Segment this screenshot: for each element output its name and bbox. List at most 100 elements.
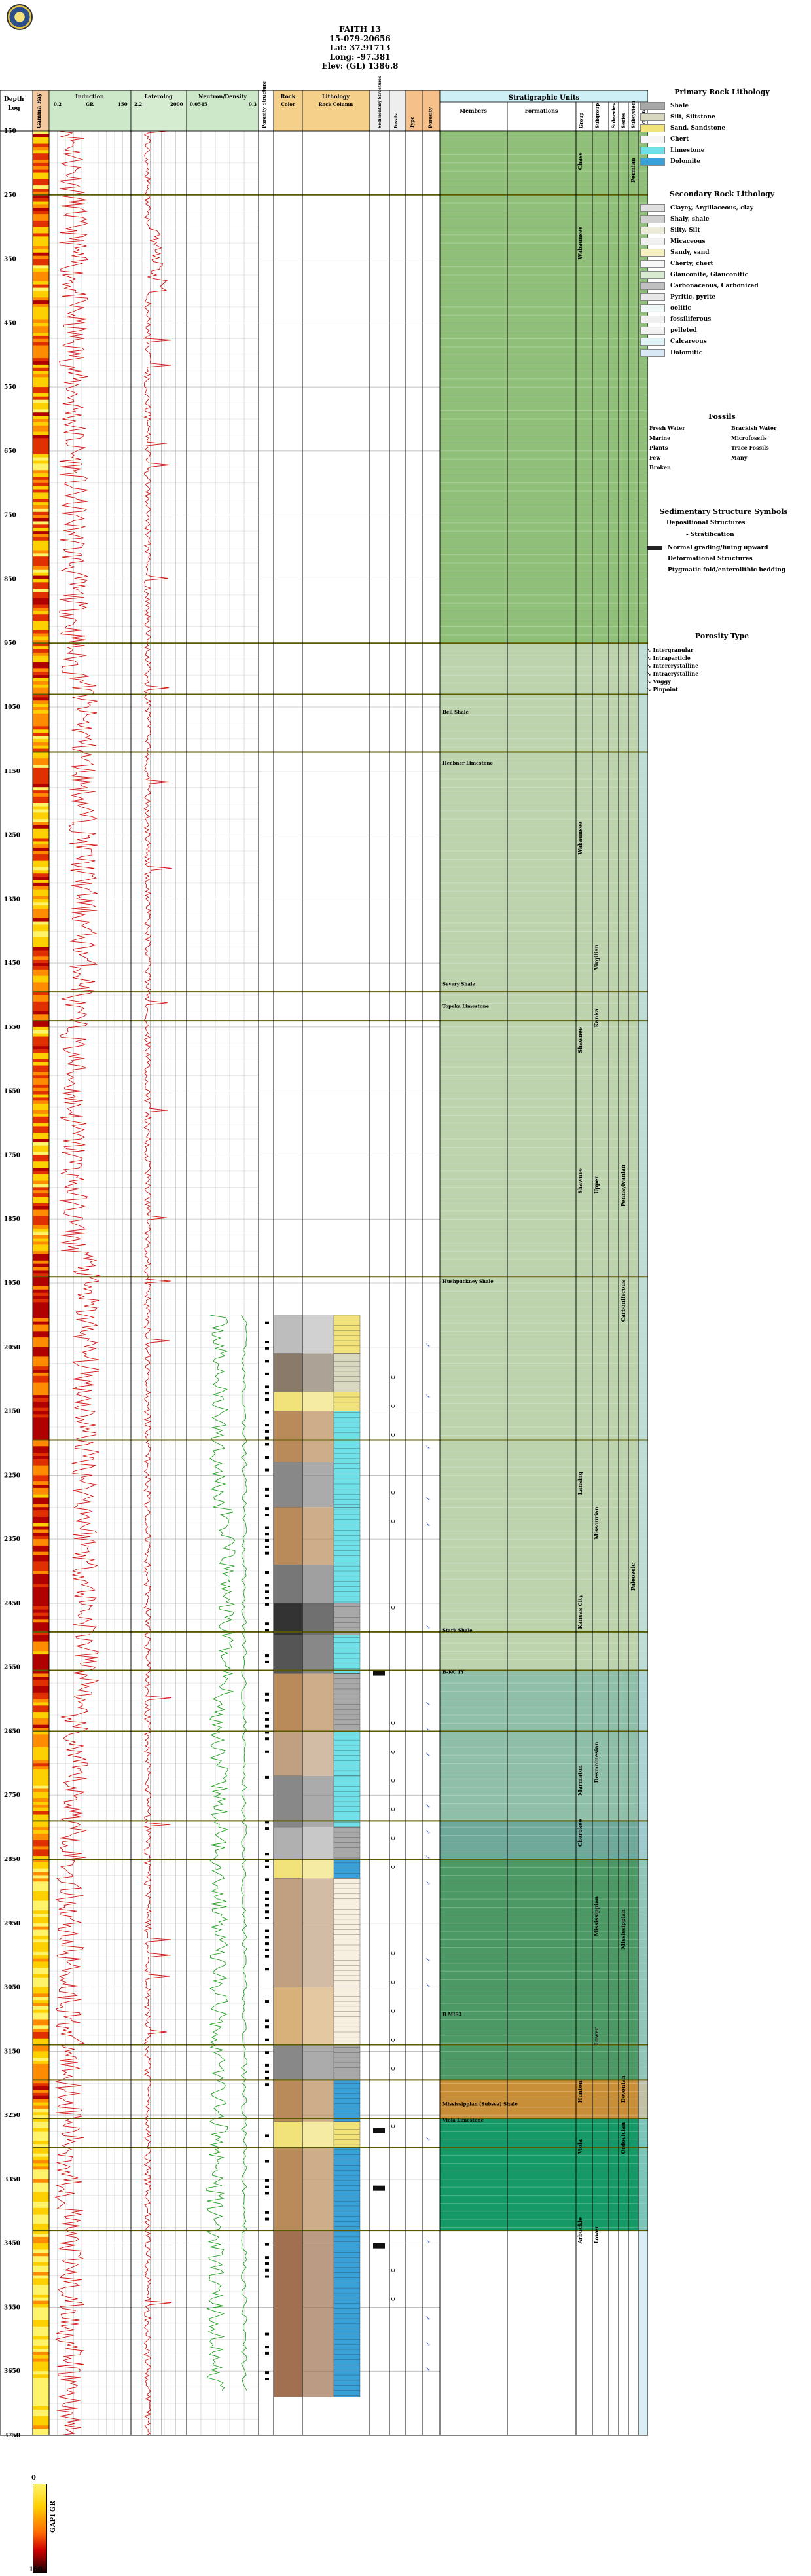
porosity-structure-mark — [265, 2025, 269, 2029]
depth-label: 1950 — [4, 1280, 20, 1287]
gamma-fill — [33, 1119, 49, 1124]
secondary-item: Pyritic, pyrite — [640, 291, 804, 302]
gamma-fill — [33, 799, 49, 804]
gamma-fill — [33, 268, 49, 272]
depth-label: 2950 — [4, 1921, 20, 1927]
secondary-item: Shaly, shale — [640, 213, 804, 225]
legend-label: Silt, Siltstone — [670, 113, 715, 120]
legend-sedimentary: Sedimentary Structure Symbols Deposition… — [640, 507, 807, 575]
rock-column-block — [333, 1603, 361, 1635]
gamma-fill — [33, 422, 49, 426]
gamma-fill — [33, 704, 49, 708]
gamma-fill — [33, 589, 49, 592]
gamma-fill — [33, 1677, 49, 1680]
gamma-fill — [33, 2268, 49, 2273]
gamma-fill — [33, 707, 49, 711]
gamma-fill — [33, 1878, 49, 1882]
gamma-fill — [33, 1113, 49, 1117]
gamma-fill — [33, 857, 49, 862]
porosity-structure-mark — [265, 1936, 269, 1939]
gamma-fill — [33, 1990, 49, 1994]
gamma-fill — [33, 1833, 49, 1838]
fossil-symbol-icon: ψ — [391, 2268, 395, 2274]
gamma-fill — [33, 1948, 49, 1953]
gamma-fill — [33, 700, 49, 704]
gamma-fill — [33, 2272, 49, 2276]
gamma-fill — [33, 1375, 49, 1380]
gamma-fill — [33, 877, 49, 880]
gamma-fill — [33, 790, 49, 794]
gamma-fill — [33, 1545, 49, 1550]
legend-secondary: Secondary Rock Lithology Clayey, Argilla… — [640, 190, 804, 358]
gamma-fill — [33, 2035, 49, 2039]
gamma-fill — [33, 1379, 49, 1383]
porosity-symbol-icon: ↘ — [425, 2341, 431, 2348]
gamma-fill — [33, 1779, 49, 1783]
gamma-fill — [33, 1318, 49, 1322]
gamma-fill — [33, 2346, 49, 2349]
gamma-fill — [33, 1753, 49, 1758]
gamma-fill — [33, 1875, 49, 1879]
lithology-swatch — [640, 237, 665, 245]
gamma-fill — [33, 1529, 49, 1533]
gamma-fill — [33, 534, 49, 538]
gamma-fill — [33, 1174, 49, 1178]
gamma-fill — [33, 2124, 49, 2129]
gamma-fill — [33, 214, 49, 218]
gamma-fill — [33, 2188, 49, 2192]
lithology-swatch — [640, 135, 665, 143]
gamma-fill — [33, 435, 49, 439]
porosity-symbol-icon: ↘ — [425, 2239, 431, 2245]
legend-label: Shale — [670, 102, 689, 109]
gamma-fill — [33, 697, 49, 701]
porosity-structure-mark — [265, 1545, 269, 1548]
member-label: Stark Shale — [442, 1627, 473, 1633]
gamma-fill — [33, 1158, 49, 1162]
gamma-fill — [33, 1219, 49, 1223]
gamma-fill — [33, 2406, 49, 2410]
porosity-structure-mark — [265, 1494, 269, 1497]
gamma-fill — [33, 831, 49, 836]
gamma-fill — [33, 2243, 49, 2247]
gamma-fill — [33, 352, 49, 355]
gamma-fill — [33, 172, 49, 176]
group-label: Hunton — [577, 2080, 583, 2103]
lithology-swatch — [640, 281, 665, 290]
gamma-fill — [33, 806, 49, 810]
gamma-fill — [33, 2380, 49, 2385]
gamma-fill — [33, 1251, 49, 1255]
depth-label: 950 — [4, 640, 16, 647]
gamma-fill — [33, 1190, 49, 1194]
neutron-curve — [206, 1315, 236, 2391]
member-label: Mississippian (Subsea) Shale — [442, 2101, 518, 2107]
gamma-fill — [33, 1775, 49, 1780]
gamma-fill — [33, 928, 49, 932]
gamma-fill — [33, 1798, 49, 1802]
porosity-structure-mark — [265, 2243, 269, 2246]
gamma-fill — [33, 1500, 49, 1504]
porosity-structure-mark — [265, 1551, 269, 1555]
gamma-fill — [33, 2403, 49, 2407]
rock-color-block — [273, 1315, 303, 1354]
gamma-fill — [33, 819, 49, 823]
gamma-fill — [33, 1155, 49, 1159]
rock-color-block — [273, 2121, 303, 2148]
gamma-fill — [33, 1107, 49, 1111]
rock-column-block — [333, 2080, 361, 2122]
gamma-fill — [33, 719, 49, 723]
gamma-fill — [33, 156, 49, 160]
gamma-fill — [33, 1184, 49, 1188]
gamma-fill — [33, 956, 49, 960]
porosity-structure-mark — [265, 1878, 269, 1881]
fossil-legend-item: Broken — [649, 464, 671, 471]
gamma-fill — [33, 1504, 49, 1508]
porosity-legend-item: ↘ Pinpoint — [647, 686, 678, 693]
gr-scale-max: 150 — [29, 2566, 43, 2573]
gamma-fill — [33, 2070, 49, 2075]
gamma-fill — [33, 1462, 49, 1466]
gamma-fill — [33, 454, 49, 458]
gamma-fill — [33, 867, 49, 871]
legend-sed-title: Sedimentary Structure Symbols — [659, 507, 788, 516]
subseries-header: Subseries — [611, 103, 617, 128]
gamma-fill — [33, 1472, 49, 1476]
